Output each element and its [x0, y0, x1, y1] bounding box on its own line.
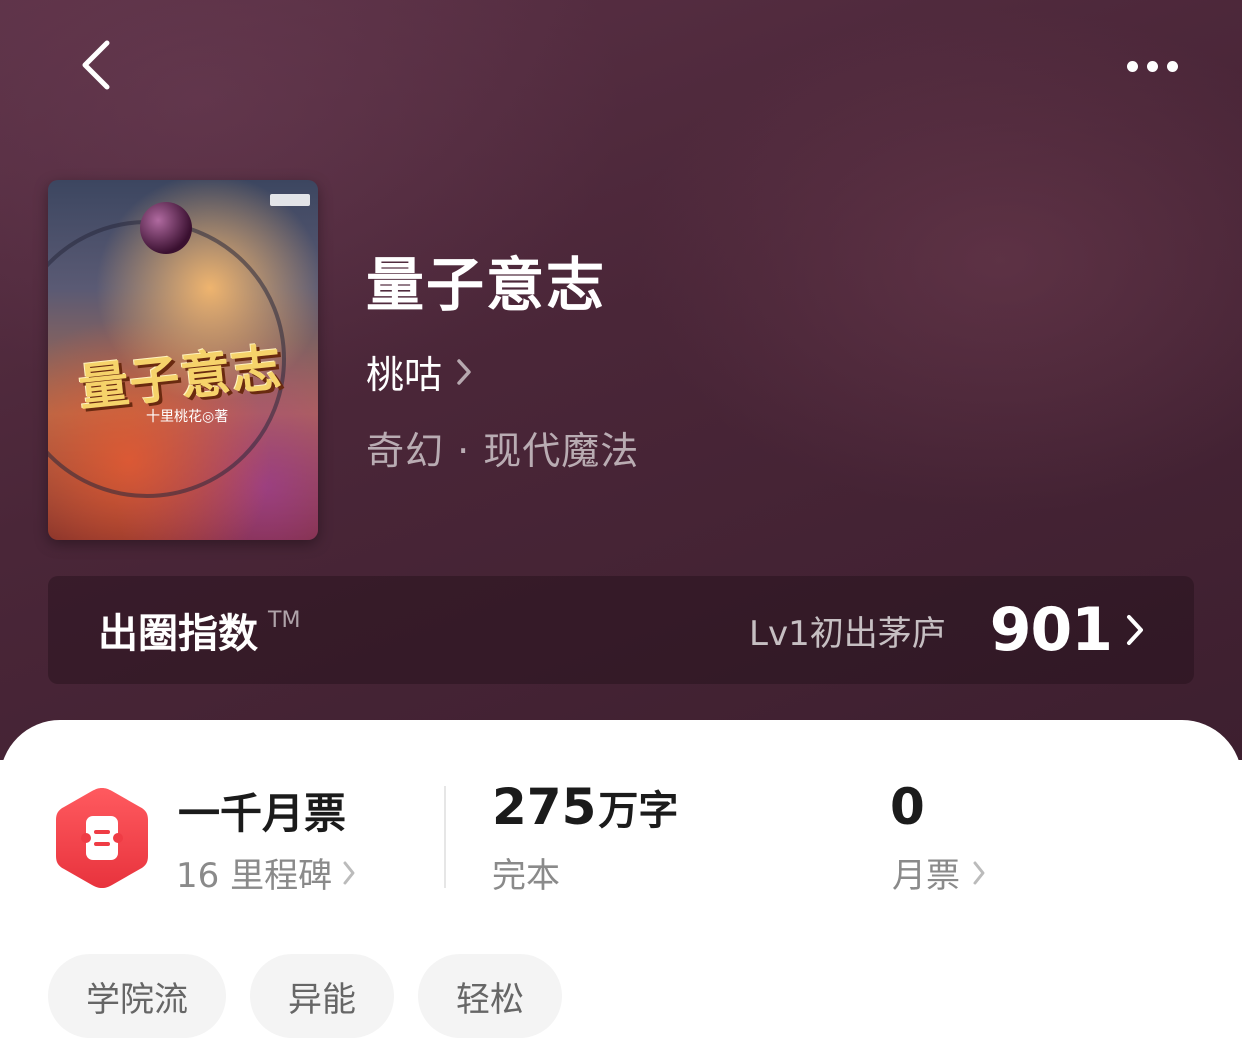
tag-chip[interactable]: 学院流 [48, 954, 226, 1038]
more-dot [1146, 60, 1158, 72]
tag-list: 学院流 异能 轻松 [48, 954, 562, 1038]
ticket-badge-icon [56, 788, 148, 888]
book-cover[interactable]: 量子意志 十里桃花◎著 [48, 180, 318, 540]
word-count-unit: 万字 [598, 788, 679, 834]
book-title: 量子意志 [366, 251, 607, 319]
more-options-button[interactable] [1112, 44, 1192, 88]
tag-chip[interactable]: 异能 [250, 954, 394, 1038]
cover-author: 十里桃花◎著 [146, 409, 229, 425]
chevron-right-icon [1126, 614, 1144, 646]
cover-art-planet [140, 202, 192, 254]
milestone-title: 一千月票 [178, 789, 347, 838]
popularity-index-bar[interactable]: 出圈指数 TM Lv1初出茅庐 901 [48, 576, 1194, 684]
stats-divider [444, 786, 446, 888]
tag-chip[interactable]: 轻松 [418, 954, 562, 1038]
chevron-right-icon [973, 861, 985, 884]
back-button[interactable] [66, 32, 126, 98]
index-label: 出圈指数 [98, 611, 258, 657]
monthly-votes-link[interactable]: 月票 [892, 848, 986, 897]
chevron-left-icon [82, 40, 110, 90]
word-count-number: 275 [492, 778, 597, 836]
book-genre: 奇幻 · 现代魔法 [366, 429, 640, 473]
chevron-right-icon [457, 358, 471, 385]
index-level: Lv1初出茅庐 [749, 613, 946, 654]
word-count: 275 万字 [492, 778, 678, 836]
more-dot [1166, 60, 1178, 72]
monthly-votes-label: 月票 [892, 856, 960, 896]
chevron-right-icon [343, 861, 355, 884]
publisher-logo [270, 194, 310, 206]
book-status: 完本 [492, 856, 560, 896]
more-dots-icon [1126, 60, 1138, 72]
author-name: 桃咕 [366, 353, 443, 397]
monthly-votes-count: 0 [890, 778, 925, 836]
index-score: 901 [989, 595, 1113, 665]
index-trademark: TM [268, 608, 301, 633]
milestone-link[interactable]: 16 里程碑 [176, 848, 356, 897]
author-link[interactable]: 桃咕 [366, 344, 472, 399]
milestone-count: 16 里程碑 [176, 856, 333, 896]
